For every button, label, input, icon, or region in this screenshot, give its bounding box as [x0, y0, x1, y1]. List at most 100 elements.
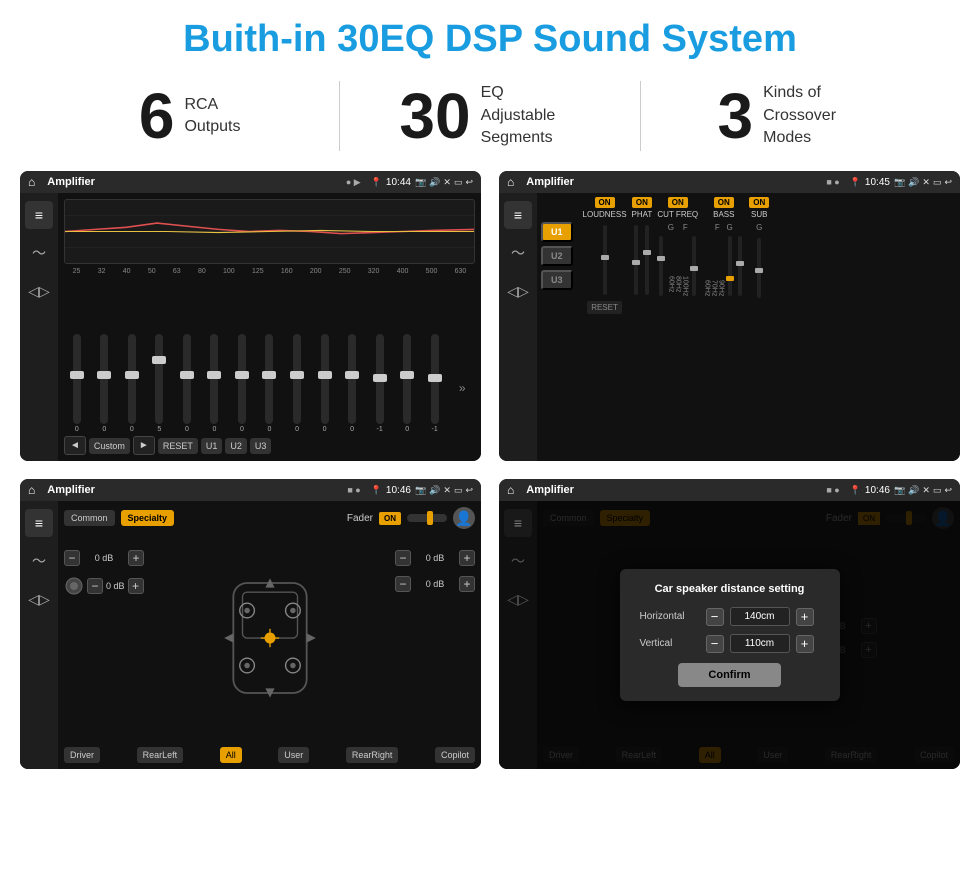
u1-preset-btn[interactable]: U1: [541, 222, 573, 242]
screen2-title: Amplifier: [526, 176, 822, 188]
back-icon-2[interactable]: ↩: [944, 177, 952, 188]
slider-thumb-1[interactable]: [70, 371, 84, 379]
status-bar-2: ⌂ Amplifier ■ ● 📍 10:45 📷 🔊 ✕ ▭ ↩: [499, 171, 960, 193]
stat-number-crossover: 3: [718, 84, 754, 148]
sub-on[interactable]: ON: [749, 197, 769, 208]
eq-graph: [64, 199, 475, 264]
eq-icon-3[interactable]: ≡: [25, 509, 53, 537]
fader-h-slider[interactable]: [407, 514, 447, 522]
all-btn[interactable]: All: [220, 747, 242, 763]
loudness-reset[interactable]: RESET: [587, 301, 622, 314]
confirm-button[interactable]: Confirm: [678, 663, 780, 687]
eq-slider-6: 0: [202, 334, 228, 433]
dialog-box: Car speaker distance setting Horizontal …: [620, 569, 840, 701]
dot-icons-2: ■ ●: [826, 177, 839, 187]
horizontal-minus[interactable]: −: [706, 608, 724, 626]
volume-icon-2: 🔊: [908, 177, 919, 188]
eq-reset-btn[interactable]: RESET: [158, 438, 198, 454]
eq-icon-1[interactable]: ≡: [25, 201, 53, 229]
minus-rl[interactable]: −: [87, 578, 103, 594]
bass-label: BASS: [713, 210, 734, 219]
cutfreq-label: CUT FREQ: [657, 210, 698, 219]
status-icons-2: 📷 🔊 ✕ ▭ ↩: [894, 177, 952, 188]
eq-slider-8: 0: [257, 334, 283, 433]
minus-fl[interactable]: −: [64, 550, 80, 566]
screen2-body: ≡ 〜 ◁▷ U1 U2 U3 ON: [499, 193, 960, 461]
camera-icon-2: 📷: [894, 177, 905, 188]
minus-rr[interactable]: −: [395, 576, 411, 592]
plus-fl[interactable]: +: [128, 550, 144, 566]
plus-rl[interactable]: +: [128, 578, 144, 594]
plus-rr[interactable]: +: [459, 576, 475, 592]
page-title: Buith-in 30EQ DSP Sound System: [0, 0, 980, 71]
volume-icon-3: 🔊: [429, 485, 440, 496]
stat-number-rca: 6: [139, 84, 175, 148]
speaker-icon-1[interactable]: ◁▷: [25, 277, 53, 305]
eq-prev-btn[interactable]: ◄: [64, 436, 86, 455]
eq-slider-12: -1: [367, 334, 393, 433]
slider-val-1: 0: [75, 426, 79, 433]
dialog-overlay: Car speaker distance setting Horizontal …: [499, 501, 960, 769]
screen4-title: Amplifier: [526, 484, 822, 496]
eq-slider-9: 0: [284, 334, 310, 433]
u2-preset-btn[interactable]: U2: [541, 246, 573, 266]
cutfreq-on[interactable]: ON: [668, 197, 688, 208]
screen3-fader: ⌂ Amplifier ■ ● 📍 10:46 📷 🔊 ✕ ▭ ↩ ≡ 〜 ◁▷…: [20, 479, 481, 769]
phat-on[interactable]: ON: [632, 197, 652, 208]
person-icon: 👤: [453, 507, 475, 529]
back-icon-1[interactable]: ↩: [465, 177, 473, 188]
home-icon-2[interactable]: ⌂: [507, 175, 514, 189]
back-icon-4[interactable]: ↩: [944, 485, 952, 496]
u3-preset-btn[interactable]: U3: [541, 270, 573, 290]
stat-divider-2: [640, 81, 641, 151]
volume-icon-4: 🔊: [908, 485, 919, 496]
home-icon-4[interactable]: ⌂: [507, 483, 514, 497]
specialty-tab[interactable]: Specialty: [121, 510, 175, 526]
driver-btn[interactable]: Driver: [64, 747, 100, 763]
plus-fr[interactable]: +: [459, 550, 475, 566]
horizontal-plus[interactable]: +: [796, 608, 814, 626]
wave-icon-1[interactable]: 〜: [25, 239, 53, 267]
wave-icon-2[interactable]: 〜: [504, 239, 532, 267]
eq-u1-btn[interactable]: U1: [201, 438, 223, 454]
user-btn[interactable]: User: [278, 747, 309, 763]
db-val-rl: 0 dB: [106, 581, 125, 591]
common-tab[interactable]: Common: [64, 510, 115, 526]
vertical-minus[interactable]: −: [706, 635, 724, 653]
bass-on[interactable]: ON: [714, 197, 734, 208]
fader-on-toggle[interactable]: ON: [379, 512, 401, 525]
slider-track-1[interactable]: [73, 334, 81, 424]
left-sidebar-2: ≡ 〜 ◁▷: [499, 193, 537, 461]
home-icon-1[interactable]: ⌂: [28, 175, 35, 189]
back-icon-3[interactable]: ↩: [465, 485, 473, 496]
screen1-title: Amplifier: [47, 176, 342, 188]
vertical-plus[interactable]: +: [796, 635, 814, 653]
stat-text-eq: EQ AdjustableSegments: [481, 82, 581, 149]
close-icon-1: ✕: [443, 177, 451, 188]
loudness-on[interactable]: ON: [595, 197, 615, 208]
close-icon-4: ✕: [922, 485, 930, 496]
cutfreq-channel: ON CUT FREQ G F 100Hz80Hz60Hz: [657, 197, 698, 314]
fader-label: Fader: [347, 513, 373, 524]
eq-u2-btn[interactable]: U2: [225, 438, 247, 454]
eq-bottom-bar: ◄ Custom ► RESET U1 U2 U3: [64, 436, 475, 455]
speaker-icon-2[interactable]: ◁▷: [504, 277, 532, 305]
dot-icons-4: ■ ●: [826, 485, 839, 495]
stat-text-rca: RCAOutputs: [184, 94, 240, 139]
location-icon-2: 📍: [850, 177, 861, 188]
fader-bottom-btns: Driver RearLeft All User RearRight Copil…: [64, 747, 475, 763]
minus-fr[interactable]: −: [395, 550, 411, 566]
home-icon-3[interactable]: ⌂: [28, 483, 35, 497]
db-val-rr: 0 dB: [414, 579, 456, 589]
wave-icon-3[interactable]: 〜: [25, 547, 53, 575]
eq-u3-btn[interactable]: U3: [250, 438, 272, 454]
eq-next-btn[interactable]: ►: [133, 436, 155, 455]
dialog-horizontal-row: Horizontal − 140cm +: [640, 607, 820, 626]
rear-right-btn[interactable]: RearRight: [346, 747, 399, 763]
fader-h-thumb[interactable]: [427, 511, 433, 525]
rear-left-btn[interactable]: RearLeft: [137, 747, 184, 763]
speaker-icon-3[interactable]: ◁▷: [25, 585, 53, 613]
eq-icon-2[interactable]: ≡: [504, 201, 532, 229]
eq-custom-btn[interactable]: Custom: [89, 438, 130, 454]
copilot-btn[interactable]: Copilot: [435, 747, 475, 763]
